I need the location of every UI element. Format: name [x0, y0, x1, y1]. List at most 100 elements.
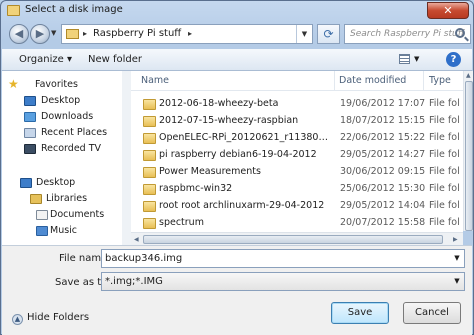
- search-placeholder: Search Raspberry Pi stuff: [350, 29, 465, 39]
- table-row[interactable]: Power Measurements 30/06/2012 09:15 File…: [131, 164, 463, 181]
- folder-icon: [143, 116, 156, 127]
- file-type: File fol: [429, 200, 460, 211]
- hide-folders-label: Hide Folders: [27, 312, 90, 323]
- downloads-icon: [24, 112, 36, 122]
- table-row[interactable]: raspbmc-win32 25/06/2012 15:30 File fol: [131, 181, 463, 198]
- table-row[interactable]: 2012-06-18-wheezy-beta 19/06/2012 17:07 …: [131, 96, 463, 113]
- column-divider[interactable]: [423, 71, 424, 91]
- folder-icon: [143, 99, 156, 110]
- views-icon[interactable]: [399, 54, 410, 64]
- star-icon: ★: [8, 77, 19, 91]
- save-dialog-window: Select a disk image ✕ ◀ ▶ ▼ ▸ Raspberry …: [0, 0, 474, 335]
- sidebar-item-desktop[interactable]: Desktop: [2, 94, 122, 109]
- save-as-type-select[interactable]: *.img;*.IMG ▼: [101, 272, 465, 291]
- table-row[interactable]: root root archlinuxarm-29-04-2012 29/05/…: [131, 198, 463, 215]
- file-list-vertical-scrollbar[interactable]: ▲: [463, 71, 473, 231]
- table-row[interactable]: 2012-07-15-wheezy-raspbian 18/07/2012 15…: [131, 113, 463, 130]
- file-date: 29/05/2012 14:27: [340, 149, 426, 160]
- new-folder-button[interactable]: New folder: [88, 54, 142, 65]
- forward-button[interactable]: ▶: [30, 24, 50, 44]
- address-bar[interactable]: ▸ Raspberry Pi stuff ▸ ▼: [61, 24, 313, 44]
- window-title: Select a disk image: [25, 4, 123, 15]
- scroll-left-arrow-icon[interactable]: ◀: [134, 236, 139, 243]
- table-row[interactable]: pi raspberry debian6-19-04-2012 29/05/20…: [131, 147, 463, 164]
- file-name: 2012-06-18-wheezy-beta: [159, 98, 279, 109]
- file-date: 18/07/2012 15:15: [340, 115, 426, 126]
- folder-icon: [66, 29, 79, 39]
- navigation-row: ◀ ▶ ▼ ▸ Raspberry Pi stuff ▸ ▼ ⟳ Search …: [5, 23, 471, 46]
- scroll-right-arrow-icon[interactable]: ▶: [453, 236, 458, 243]
- sidebar-item-label: Downloads: [41, 111, 94, 122]
- sidebar-item-label: Libraries: [46, 193, 88, 204]
- search-icon: [455, 28, 465, 38]
- column-header-date-modified[interactable]: Date modified: [339, 75, 406, 86]
- table-row[interactable]: OpenELEC-RPi_20120621_r11380_2GB_S... 22…: [131, 130, 463, 147]
- file-date: 19/06/2012 17:07: [340, 98, 426, 109]
- file-list: Name Date modified Type 2012-06-18-wheez…: [131, 71, 463, 245]
- sidebar-item-documents[interactable]: Documents: [2, 208, 122, 223]
- folder-icon: [143, 184, 156, 195]
- recorded-tv-icon: [24, 144, 36, 154]
- file-date: 30/06/2012 09:15: [340, 166, 426, 177]
- recent-places-icon: [24, 128, 36, 138]
- column-header-type[interactable]: Type: [429, 75, 451, 86]
- sidebar-item-label: Desktop: [36, 177, 76, 188]
- sidebar-item-music[interactable]: Music: [2, 224, 122, 239]
- folder-icon: [143, 150, 156, 161]
- organize-menu-button[interactable]: Organize ▾: [19, 54, 72, 65]
- breadcrumb-chevron-right-icon[interactable]: ▸: [188, 29, 192, 38]
- libraries-icon: [30, 194, 42, 204]
- file-type: File fol: [429, 166, 460, 177]
- file-name-chevron-down-icon[interactable]: ▼: [450, 250, 464, 267]
- file-type: File fol: [429, 149, 460, 160]
- file-type: File fol: [429, 217, 460, 228]
- refresh-button[interactable]: ⟳: [317, 24, 340, 44]
- scroll-thumb[interactable]: [143, 235, 443, 244]
- folder-icon: [143, 218, 156, 229]
- back-button[interactable]: ◀: [9, 24, 29, 44]
- file-list-horizontal-scrollbar[interactable]: ◀ ▶: [131, 232, 463, 245]
- file-name: pi raspberry debian6-19-04-2012: [159, 149, 317, 160]
- sidebar-item-libraries[interactable]: Libraries: [2, 192, 122, 207]
- close-button[interactable]: ✕: [427, 2, 469, 19]
- hide-folders-button[interactable]: ▲ Hide Folders: [12, 312, 89, 325]
- chevron-up-icon: ▲: [12, 314, 23, 325]
- file-date: 20/07/2012 15:58: [340, 217, 426, 228]
- file-name: 2012-07-15-wheezy-raspbian: [159, 115, 299, 126]
- sidebar-item-label: Documents: [50, 209, 105, 220]
- column-header-row: Name Date modified Type: [131, 71, 463, 91]
- sidebar-item-favorites[interactable]: ★ Favorites: [2, 77, 122, 93]
- column-divider[interactable]: [334, 71, 335, 91]
- file-name-field[interactable]: backup346.img ▼: [101, 249, 465, 268]
- file-name-value[interactable]: backup346.img: [105, 253, 182, 264]
- save-as-type-chevron-down-icon[interactable]: ▼: [450, 273, 464, 290]
- sidebar-item-recorded-tv[interactable]: Recorded TV: [2, 142, 122, 157]
- views-chevron-down-icon[interactable]: ▼: [414, 55, 419, 63]
- sidebar-item-recent-places[interactable]: Recent Places: [2, 126, 122, 141]
- navigation-pane-scrollbar[interactable]: [122, 71, 131, 245]
- recent-locations-chevron-down-icon[interactable]: ▼: [51, 29, 56, 37]
- table-row[interactable]: spectrum 20/07/2012 15:58 File fol: [131, 215, 463, 232]
- save-button[interactable]: Save: [331, 302, 389, 324]
- sidebar-item-desktop-root[interactable]: Desktop: [2, 176, 122, 191]
- file-type: File fol: [429, 132, 460, 143]
- sidebar-item-downloads[interactable]: Downloads: [2, 110, 122, 125]
- column-header-name[interactable]: Name: [141, 75, 169, 86]
- file-name: spectrum: [159, 217, 204, 228]
- address-dropdown-chevron-down-icon[interactable]: ▼: [296, 25, 312, 43]
- file-name: root root archlinuxarm-29-04-2012: [159, 200, 325, 211]
- scroll-thumb[interactable]: [465, 81, 473, 231]
- scroll-up-arrow-icon[interactable]: ▲: [466, 72, 471, 79]
- breadcrumb-chevron-right-icon[interactable]: ▸: [83, 29, 87, 38]
- dialog-footer: File name: backup346.img ▼ Save as type:…: [2, 245, 472, 335]
- search-input[interactable]: Search Raspberry Pi stuff: [344, 24, 471, 44]
- breadcrumb-current-folder[interactable]: Raspberry Pi stuff: [93, 28, 181, 39]
- help-button[interactable]: ?: [446, 52, 461, 67]
- sidebar-item-label: Recent Places: [41, 127, 108, 138]
- file-date: 29/05/2012 14:04: [340, 200, 426, 211]
- sidebar-item-label: Recorded TV: [41, 143, 102, 154]
- folder-icon: [143, 133, 156, 144]
- title-bar[interactable]: Select a disk image ✕: [1, 1, 473, 21]
- cancel-button[interactable]: Cancel: [403, 302, 461, 324]
- file-name: raspbmc-win32: [159, 183, 233, 194]
